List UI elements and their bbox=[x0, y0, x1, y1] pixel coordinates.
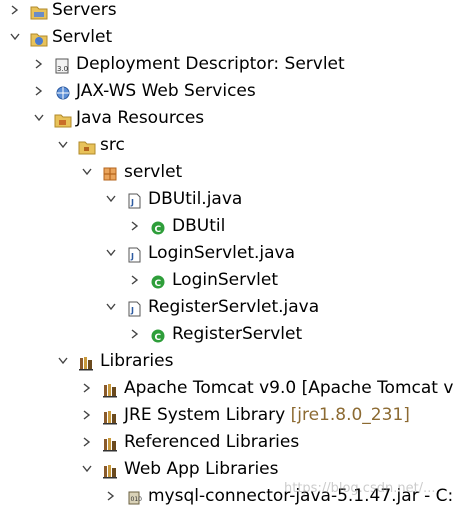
library-icon bbox=[102, 434, 118, 452]
chevron-right-icon[interactable] bbox=[128, 267, 142, 293]
chevron-right-icon[interactable] bbox=[80, 375, 94, 401]
library-icon bbox=[102, 407, 118, 425]
chevron-down-icon[interactable] bbox=[104, 186, 118, 212]
libraries-icon bbox=[78, 353, 94, 371]
tree-item-label: Web App Libraries bbox=[124, 459, 279, 479]
tree-item-registerservlet-java[interactable]: J RegisterServlet.java bbox=[0, 294, 456, 320]
tree-item-jre-library[interactable]: JRE System Library [jre1.8.0_231] bbox=[0, 402, 456, 428]
library-name: JRE System Library bbox=[124, 405, 286, 425]
chevron-down-icon[interactable] bbox=[104, 240, 118, 266]
tree-item-label: src bbox=[100, 135, 125, 155]
tree-item-referenced-libraries[interactable]: Referenced Libraries bbox=[0, 429, 456, 455]
tree-item-label: LoginServlet bbox=[172, 270, 279, 290]
chevron-down-icon[interactable] bbox=[104, 294, 118, 320]
tree-item-label: RegisterServlet bbox=[172, 324, 303, 344]
package-icon bbox=[102, 164, 118, 181]
tree-item-label: DBUtil bbox=[172, 216, 226, 236]
tree-item-dbutil-class[interactable]: C DBUtil bbox=[0, 213, 456, 239]
chevron-right-icon[interactable] bbox=[128, 213, 142, 239]
tree-item-registerservlet-class[interactable]: C RegisterServlet bbox=[0, 321, 456, 347]
tree-item-label: Libraries bbox=[100, 351, 174, 371]
tree-item-servlet-project[interactable]: Servlet bbox=[0, 24, 456, 50]
svg-text:C: C bbox=[155, 225, 162, 235]
svg-text:010: 010 bbox=[131, 496, 143, 503]
class-icon: C bbox=[150, 272, 166, 289]
tree-item-label: RegisterServlet.java bbox=[148, 297, 320, 317]
web-project-icon bbox=[30, 29, 48, 47]
chevron-down-icon[interactable] bbox=[56, 132, 70, 158]
tree-item-label: servlet bbox=[124, 162, 183, 182]
tree-item-dbutil-java[interactable]: J DBUtil.java bbox=[0, 186, 456, 212]
web-services-icon bbox=[54, 83, 70, 100]
deployment-descriptor-icon: 3.0 bbox=[54, 56, 70, 74]
tree-item-label: Apache Tomcat v9.0 [Apache Tomcat v bbox=[124, 378, 454, 398]
tree-item-deployment-descriptor[interactable]: 3.0 Deployment Descriptor: Servlet bbox=[0, 51, 456, 77]
tree-item-label: DBUtil.java bbox=[148, 189, 243, 209]
chevron-right-icon[interactable] bbox=[104, 483, 118, 509]
tree-item-servers[interactable]: Servers bbox=[0, 0, 456, 23]
chevron-right-icon[interactable] bbox=[32, 51, 46, 77]
chevron-right-icon[interactable] bbox=[8, 0, 22, 23]
tree-item-label: Java Resources bbox=[76, 108, 205, 128]
tree-item-webapp-libraries[interactable]: Web App Libraries bbox=[0, 456, 456, 482]
tree-item-tomcat-library[interactable]: Apache Tomcat v9.0 [Apache Tomcat v bbox=[0, 375, 456, 401]
tree-item-label: Servlet bbox=[52, 27, 113, 47]
tree-item-jax-ws[interactable]: JAX-WS Web Services bbox=[0, 78, 456, 104]
java-file-icon: J bbox=[126, 191, 142, 209]
chevron-right-icon[interactable] bbox=[80, 402, 94, 428]
chevron-down-icon[interactable] bbox=[8, 24, 22, 50]
svg-text:C: C bbox=[155, 279, 162, 289]
svg-text:J: J bbox=[130, 198, 134, 207]
svg-text:J: J bbox=[130, 252, 134, 261]
tree-item-label: Deployment Descriptor: Servlet bbox=[76, 54, 345, 74]
chevron-down-icon[interactable] bbox=[80, 159, 94, 185]
chevron-down-icon[interactable] bbox=[32, 105, 46, 131]
java-file-icon: J bbox=[126, 245, 142, 263]
library-icon bbox=[102, 380, 118, 398]
tree-item-label: JAX-WS Web Services bbox=[76, 81, 256, 101]
svg-text:3.0: 3.0 bbox=[57, 65, 68, 73]
class-icon: C bbox=[150, 218, 166, 235]
tree-item-package-servlet[interactable]: servlet bbox=[0, 159, 456, 185]
tree-item-src[interactable]: src bbox=[0, 132, 456, 158]
java-resources-icon bbox=[54, 110, 72, 128]
watermark: https://blog.csdn.net/... bbox=[284, 481, 436, 496]
tree-item-loginservlet-java[interactable]: J LoginServlet.java bbox=[0, 240, 456, 266]
chevron-down-icon[interactable] bbox=[80, 456, 94, 482]
chevron-right-icon[interactable] bbox=[80, 429, 94, 455]
tree-item-label: Servers bbox=[52, 0, 117, 20]
svg-text:C: C bbox=[155, 333, 162, 343]
servers-folder-icon bbox=[30, 2, 48, 20]
library-version-decoration: [jre1.8.0_231] bbox=[290, 405, 410, 425]
chevron-right-icon[interactable] bbox=[128, 321, 142, 347]
chevron-down-icon[interactable] bbox=[56, 348, 70, 374]
class-icon: C bbox=[150, 326, 166, 343]
java-file-icon: J bbox=[126, 299, 142, 317]
svg-text:J: J bbox=[130, 306, 134, 315]
tree-item-loginservlet-class[interactable]: C LoginServlet bbox=[0, 267, 456, 293]
chevron-right-icon[interactable] bbox=[32, 78, 46, 104]
jar-icon: 010 bbox=[126, 488, 143, 505]
tree-item-libraries[interactable]: Libraries bbox=[0, 348, 456, 374]
tree-item-label: Referenced Libraries bbox=[124, 432, 300, 452]
tree-item-java-resources[interactable]: Java Resources bbox=[0, 105, 456, 131]
tree-item-label: LoginServlet.java bbox=[148, 243, 296, 263]
library-icon bbox=[102, 461, 118, 479]
source-folder-icon bbox=[78, 137, 96, 155]
tree-item-label: JRE System Library [jre1.8.0_231] bbox=[124, 402, 410, 428]
